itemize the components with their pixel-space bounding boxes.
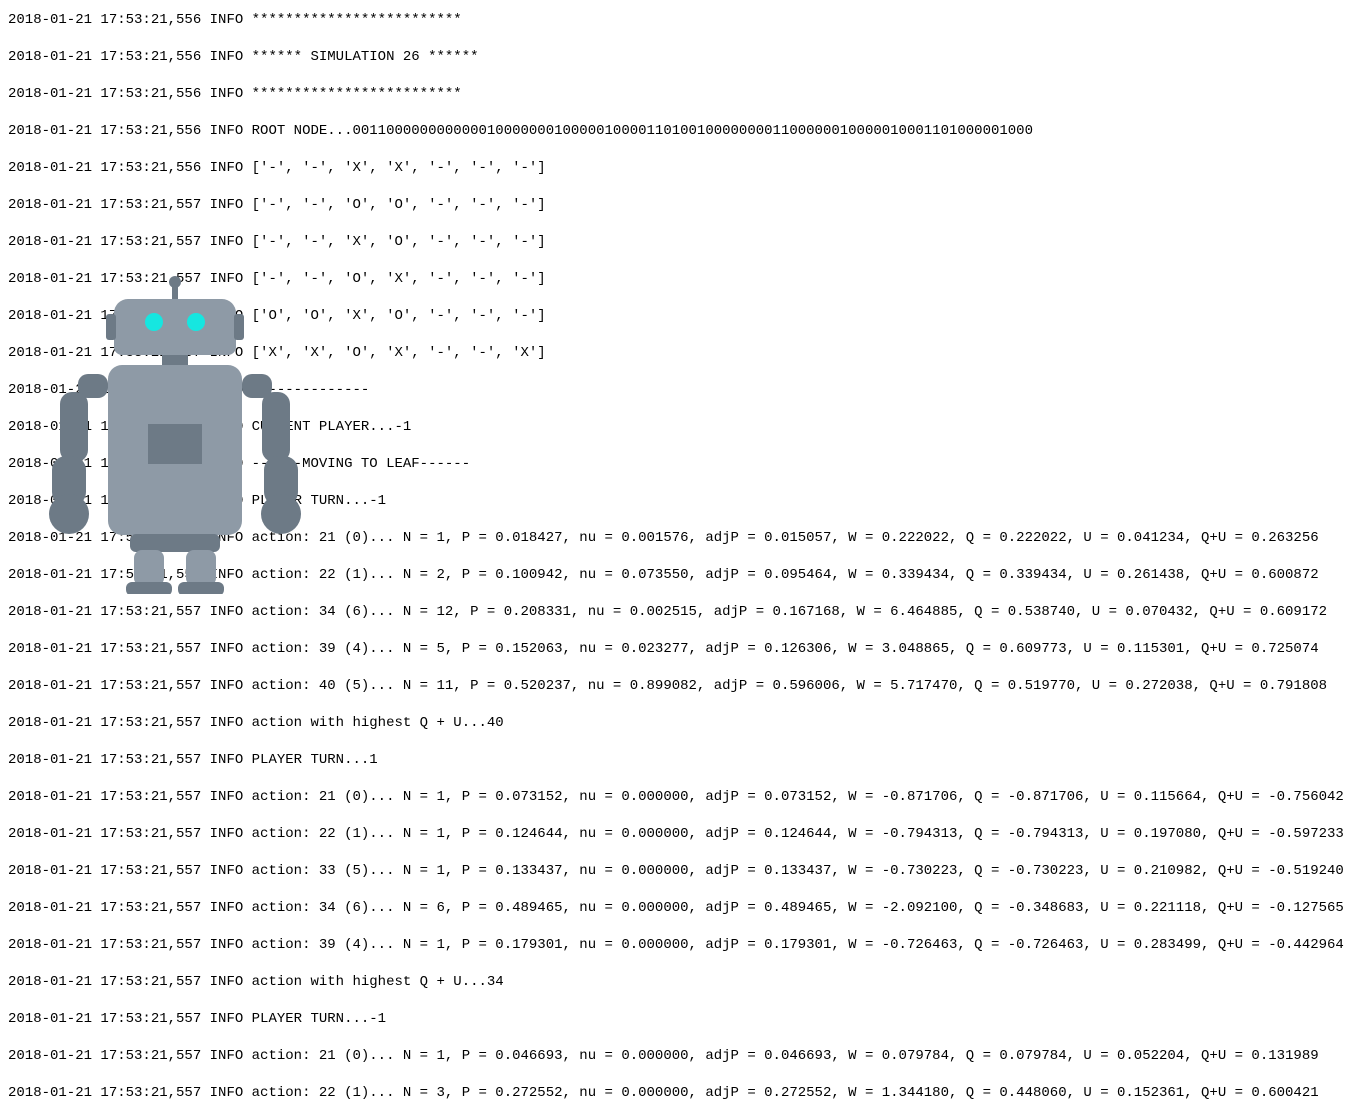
log-line: 2018-01-21 17:53:21,557 INFO action: 22 … (8, 1084, 1344, 1103)
log-line: 2018-01-21 17:53:21,557 INFO ['-', '-', … (8, 196, 1344, 215)
log-line: 2018-01-21 17:53:21,557 INFO ['-', '-', … (8, 270, 1344, 289)
log-line: 2018-01-21 17:53:21,556 INFO ***********… (8, 85, 1344, 104)
log-line: 2018-01-21 17:53:21,557 INFO action: 21 … (8, 1047, 1344, 1066)
log-line: 2018-01-21 17:53:21,557 INFO action: 22 … (8, 566, 1344, 585)
log-line: 2018-01-21 17:53:21,557 INFO action: 21 … (8, 788, 1344, 807)
log-line: 2018-01-21 17:53:21,557 INFO CURRENT PLA… (8, 418, 1344, 437)
log-line: 2018-01-21 17:53:21,556 INFO ['-', '-', … (8, 159, 1344, 178)
log-line: 2018-01-21 17:53:21,557 INFO action: 34 … (8, 603, 1344, 622)
log-line: 2018-01-21 17:53:21,557 INFO action: 22 … (8, 825, 1344, 844)
log-line: 2018-01-21 17:53:21,557 INFO action: 40 … (8, 677, 1344, 696)
log-line: 2018-01-21 17:53:21,557 INFO ------MOVIN… (8, 455, 1344, 474)
log-line: 2018-01-21 17:53:21,557 INFO -----------… (8, 381, 1344, 400)
log-line: 2018-01-21 17:53:21,557 INFO ['O', 'O', … (8, 307, 1344, 326)
log-line: 2018-01-21 17:53:21,557 INFO action with… (8, 714, 1344, 733)
log-line: 2018-01-21 17:53:21,556 INFO ROOT NODE..… (8, 122, 1344, 141)
log-line: 2018-01-21 17:53:21,556 INFO ***********… (8, 11, 1344, 30)
log-line: 2018-01-21 17:53:21,557 INFO action: 39 … (8, 640, 1344, 659)
log-line: 2018-01-21 17:53:21,557 INFO PLAYER TURN… (8, 751, 1344, 770)
log-line: 2018-01-21 17:53:21,557 INFO action: 34 … (8, 899, 1344, 918)
log-line: 2018-01-21 17:53:21,557 INFO action: 33 … (8, 862, 1344, 881)
log-line: 2018-01-21 17:53:21,557 INFO action: 39 … (8, 936, 1344, 955)
log-line: 2018-01-21 17:53:21,557 INFO ['X', 'X', … (8, 344, 1344, 363)
log-line: 2018-01-21 17:53:21,557 INFO ['-', '-', … (8, 233, 1344, 252)
log-line: 2018-01-21 17:53:21,557 INFO action: 21 … (8, 529, 1344, 548)
log-line: 2018-01-21 17:53:21,557 INFO PLAYER TURN… (8, 1010, 1344, 1029)
log-line: 2018-01-21 17:53:21,557 INFO PLAYER TURN… (8, 492, 1344, 511)
log-line: 2018-01-21 17:53:21,557 INFO action with… (8, 973, 1344, 992)
log-output: 2018-01-21 17:53:21,556 INFO ***********… (8, 0, 1344, 1106)
log-line: 2018-01-21 17:53:21,556 INFO ****** SIMU… (8, 48, 1344, 67)
